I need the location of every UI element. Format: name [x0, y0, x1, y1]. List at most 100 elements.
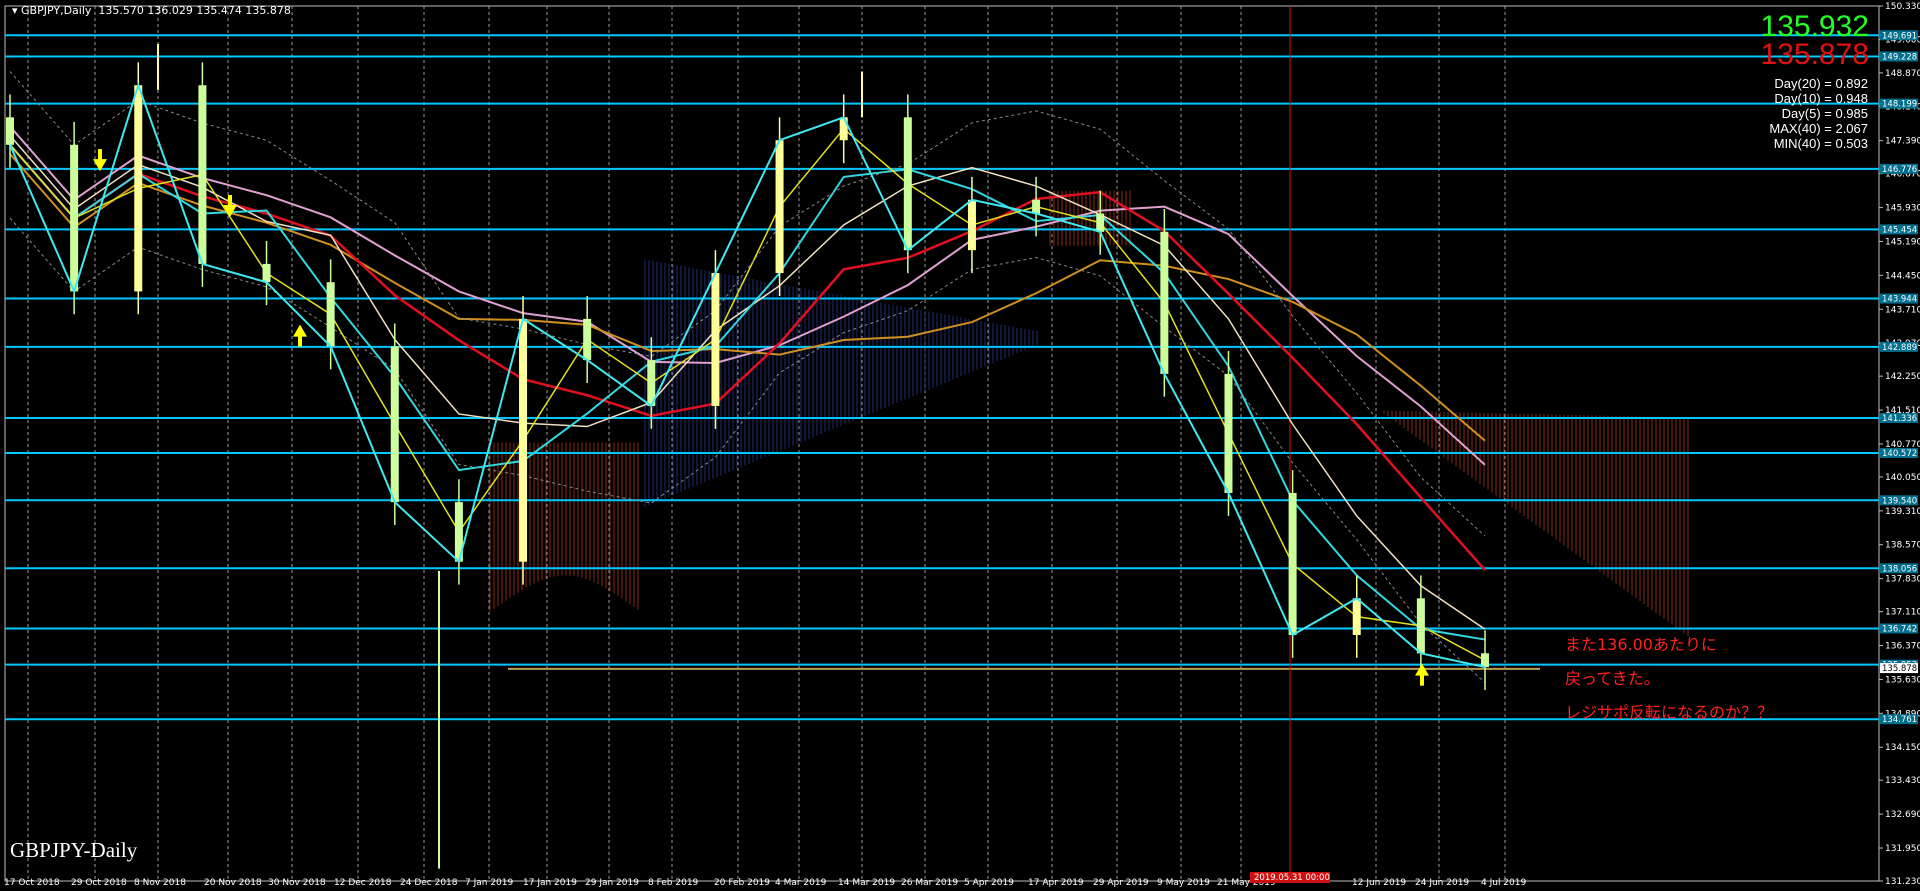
candle-body[interactable] — [903, 117, 912, 251]
y-tick-label: 139.310 — [1885, 507, 1920, 517]
stat-day20: Day(20) = 0.892 — [1774, 76, 1868, 91]
range-stats: Day(20) = 0.892 Day(10) = 0.948 Day(5) =… — [1769, 76, 1868, 151]
x-tick-label: 8 Nov 2018 — [134, 878, 186, 888]
level-tag-label: 142.889 — [1882, 343, 1917, 353]
candle-body[interactable] — [1416, 598, 1425, 654]
annotation-line-1: また136.00あたりに — [1565, 635, 1717, 654]
candle-body[interactable] — [967, 199, 976, 251]
level-tag-label: 149.228 — [1882, 52, 1917, 62]
cloud-bear-right — [1383, 410, 1689, 637]
candle-body[interactable] — [70, 144, 79, 292]
x-tick-label: 17 Apr 2019 — [1028, 878, 1084, 888]
candle-body[interactable] — [519, 318, 528, 562]
candle-body[interactable] — [1352, 598, 1361, 635]
level-tag-label: 138.056 — [1882, 564, 1917, 574]
candle-body[interactable] — [583, 318, 592, 361]
level-tag-label: 149.691 — [1882, 31, 1917, 41]
annotation-line-3: レジサポ反転になるのか？？ — [1565, 703, 1774, 722]
level-tag-label: 136.742 — [1882, 624, 1917, 634]
x-tick-label: 4 Mar 2019 — [775, 878, 827, 888]
candle-body[interactable] — [1224, 373, 1233, 493]
candle-body[interactable] — [134, 85, 143, 292]
candle-body[interactable] — [1288, 492, 1297, 635]
x-tick-label: 20 Nov 2018 — [204, 878, 262, 888]
candle-body[interactable] — [775, 140, 784, 274]
level-tag-label: 145.454 — [1882, 225, 1917, 235]
y-tick-label: 147.390 — [1885, 137, 1920, 147]
y-tick-label: 137.110 — [1885, 608, 1920, 618]
y-tick-label: 135.630 — [1885, 675, 1920, 685]
x-tick-label: 30 Nov 2018 — [268, 878, 326, 888]
y-tick-label: 132.690 — [1885, 810, 1920, 820]
y-tick-label: 131.950 — [1885, 844, 1920, 854]
y-tick-label: 145.930 — [1885, 204, 1920, 214]
price-tag-label: 135.878 — [1882, 664, 1917, 674]
x-tick-label: 20 Feb 2019 — [714, 878, 770, 888]
y-tick-label: 134.150 — [1885, 743, 1920, 753]
symbol-title: GBPJPY,Daily — [21, 4, 92, 17]
x-tick-label: 12 Dec 2018 — [334, 878, 392, 888]
envelope-lower-line[interactable] — [9, 217, 1486, 684]
candle-body[interactable] — [198, 85, 207, 264]
x-tick-label: 24 Dec 2018 — [400, 878, 458, 888]
y-tick-label: 148.870 — [1885, 69, 1920, 79]
arrow-up-icon[interactable] — [1415, 663, 1429, 686]
event-marker-label: 2019.05.31 00:00 — [1254, 873, 1330, 883]
x-tick-label: 8 Feb 2019 — [648, 878, 699, 888]
ohlc-readout: 135.570 136.029 135.474 135.878 — [98, 4, 291, 17]
x-tick-label: 4 Jul 2019 — [1481, 878, 1526, 888]
y-tick-label: 142.250 — [1885, 372, 1920, 382]
envelope-upper-line[interactable] — [9, 71, 1486, 537]
candle-body[interactable] — [711, 273, 720, 406]
ask-price: 135.878 — [1760, 38, 1869, 71]
cloud-bear-left — [489, 442, 639, 612]
x-tick-label: 5 Apr 2019 — [964, 878, 1014, 888]
candle-body[interactable] — [6, 117, 14, 145]
y-tick-label: 150.330 — [1885, 2, 1920, 12]
x-tick-label: 17 Oct 2018 — [4, 878, 60, 888]
level-tag-label: 139.540 — [1882, 496, 1917, 506]
y-tick-label: 143.710 — [1885, 305, 1920, 315]
candle-body[interactable] — [390, 346, 399, 503]
candle-body[interactable] — [1481, 653, 1489, 668]
stat-day5: Day(5) = 0.985 — [1781, 106, 1868, 121]
annotation-line-2: 戻ってきた。 — [1565, 669, 1660, 688]
x-tick-label: 29 Oct 2018 — [71, 878, 127, 888]
x-tick-label: 17 Jan 2019 — [523, 878, 577, 888]
x-tick-label: 29 Apr 2019 — [1093, 878, 1149, 888]
plot-frame — [4, 5, 1880, 882]
candle-body[interactable] — [839, 117, 848, 141]
level-tag-label: 143.944 — [1882, 295, 1917, 305]
ma-pink-line[interactable] — [9, 125, 1486, 466]
x-tick-label: 24 Jun 2019 — [1415, 878, 1469, 888]
stat-max40: MAX(40) = 2.067 — [1769, 121, 1868, 136]
y-tick-label: 133.430 — [1885, 776, 1920, 786]
x-tick-label: 14 Mar 2019 — [838, 878, 895, 888]
chart-window[interactable]: 17 Oct 2018 29 Oct 2018 8 Nov 2018 20 Nov 2… — [0, 0, 1920, 891]
y-tick-label: 136.370 — [1885, 642, 1920, 652]
y-tick-label: 145.190 — [1885, 237, 1920, 247]
candle-body[interactable] — [262, 263, 271, 283]
arrow-up-icon[interactable] — [293, 324, 307, 347]
level-tag-label: 134.761 — [1882, 715, 1917, 725]
dropdown-triangle-icon[interactable]: ▾ — [12, 4, 21, 17]
y-tick-label: 138.570 — [1885, 541, 1920, 551]
annotation-note: また136.00あたりに 戻ってきた。 レジサポ反転になるのか？？ — [1565, 628, 1773, 730]
x-tick-label: 9 May 2019 — [1157, 878, 1210, 888]
candle-body[interactable] — [326, 282, 335, 347]
y-tick-label: 140.050 — [1885, 473, 1920, 483]
level-tag-label: 140.572 — [1882, 449, 1917, 459]
chart-footer-label: GBPJPY-Daily — [10, 838, 138, 862]
y-tick-label: 137.830 — [1885, 575, 1920, 585]
price-chart[interactable]: 17 Oct 2018 29 Oct 2018 8 Nov 2018 20 Nov 2… — [0, 0, 1920, 891]
level-tag-label: 146.776 — [1882, 165, 1917, 175]
x-tick-label: 29 Jan 2019 — [585, 878, 639, 888]
y-tick-label: 144.450 — [1885, 271, 1920, 281]
candle-body[interactable] — [1032, 199, 1041, 214]
symbol-header: ▾ GBPJPY,Daily 135.570 136.029 135.474 1… — [12, 4, 291, 17]
y-tick-label: 131.230 — [1885, 877, 1920, 887]
stat-day10: Day(10) = 0.948 — [1774, 91, 1868, 106]
candle-body[interactable] — [1096, 213, 1105, 232]
stat-min40: MIN(40) = 0.503 — [1773, 136, 1868, 151]
candle-body[interactable] — [1160, 231, 1169, 374]
